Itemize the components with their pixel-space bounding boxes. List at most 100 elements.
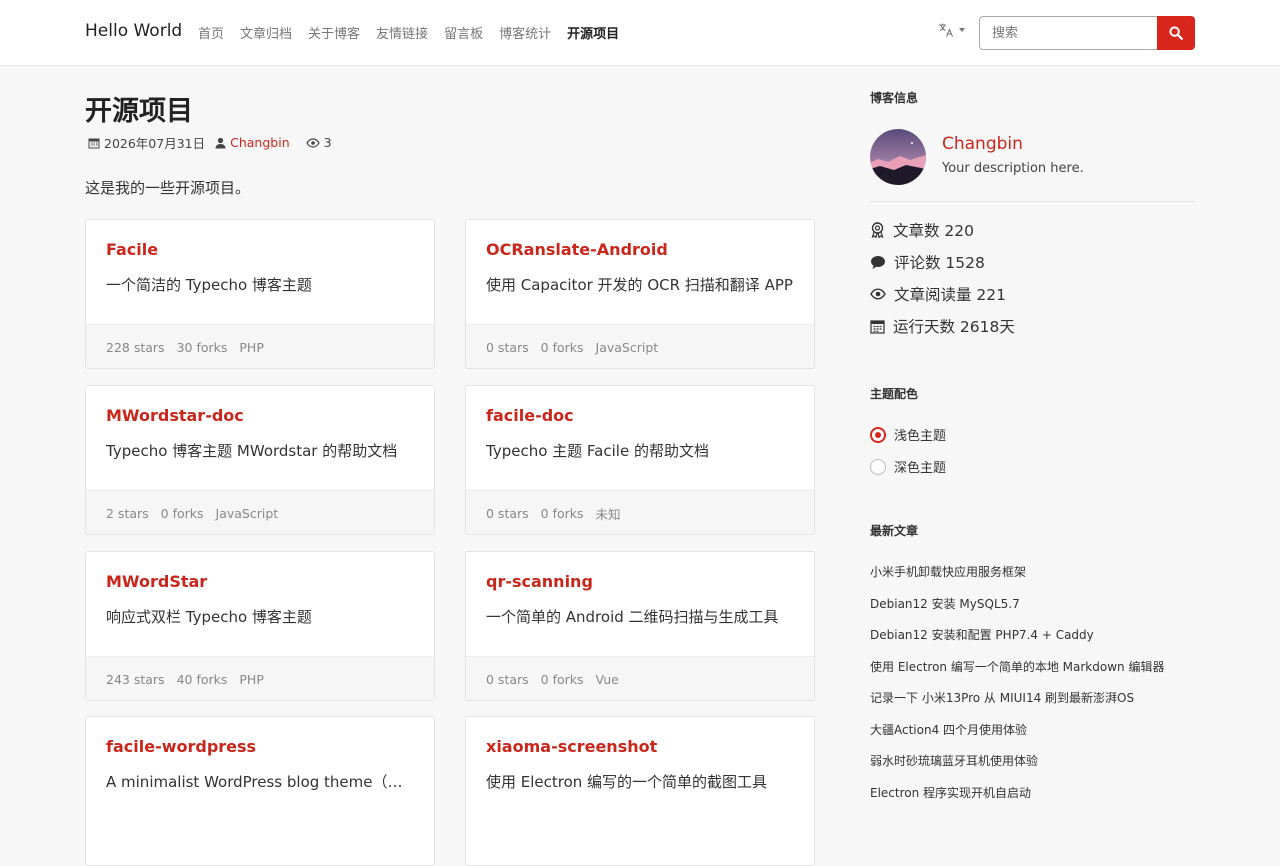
search-form bbox=[979, 16, 1195, 50]
radio-button-checked[interactable] bbox=[870, 426, 886, 443]
project-stars: 2 stars bbox=[106, 506, 149, 521]
project-description: A minimalist WordPress blog theme（简约的 Wo… bbox=[106, 773, 416, 791]
author-name[interactable]: Changbin bbox=[942, 134, 1023, 154]
project-footer: 2 stars 0 forks JavaScript bbox=[86, 490, 434, 534]
recent-posts-heading: 最新文章 bbox=[870, 524, 919, 538]
divider bbox=[870, 201, 1195, 202]
project-title[interactable]: OCRanslate-Android bbox=[486, 240, 668, 259]
project-forks: 0 forks bbox=[540, 672, 584, 687]
blog-info-heading: 博客信息 bbox=[870, 91, 919, 105]
project-title[interactable]: qr-scanning bbox=[486, 572, 593, 591]
stat-label: 评论数 1528 bbox=[894, 254, 985, 272]
project-title[interactable]: facile-wordpress bbox=[106, 737, 256, 756]
project-footer: 0 stars 0 forks JavaScript bbox=[466, 324, 814, 368]
recent-post-link[interactable]: 大疆Action4 四个月使用体验 bbox=[870, 721, 1027, 738]
project-card: qr-scanning 一个简单的 Android 二维码扫描与生成工具 0 s… bbox=[465, 551, 815, 701]
language-switcher[interactable] bbox=[938, 22, 965, 38]
post-meta: 2026年07月31日 Changbin 3 bbox=[88, 133, 342, 152]
radio-button[interactable] bbox=[870, 458, 886, 475]
project-description: 一个简单的 Android 二维码扫描与生成工具 bbox=[486, 608, 779, 626]
project-description: 使用 Capacitor 开发的 OCR 扫描和翻译 APP bbox=[486, 276, 793, 294]
nav-item-guestbook[interactable]: 留言板 bbox=[444, 23, 483, 42]
stat-posts: 文章数 220 bbox=[870, 219, 974, 241]
project-language: PHP bbox=[239, 672, 264, 687]
project-description: 一个简洁的 Typecho 博客主题 bbox=[106, 276, 312, 294]
project-card: xiaoma-screenshot 使用 Electron 编写的一个简单的截图… bbox=[465, 716, 815, 866]
stat-views: 文章阅读量 221 bbox=[870, 283, 1006, 305]
project-footer: 243 stars 40 forks PHP bbox=[86, 656, 434, 700]
theme-heading: 主题配色 bbox=[870, 387, 919, 401]
project-title[interactable]: facile-doc bbox=[486, 406, 574, 425]
project-footer: 228 stars 30 forks PHP bbox=[86, 324, 434, 368]
project-card: OCRanslate-Android 使用 Capacitor 开发的 OCR … bbox=[465, 219, 815, 369]
theme-option-light[interactable]: 浅色主题 bbox=[870, 425, 946, 444]
project-language: JavaScript bbox=[595, 340, 659, 355]
project-stars: 0 stars bbox=[486, 340, 529, 355]
project-card: MWordStar 响应式双栏 Typecho 博客主题 243 stars 4… bbox=[85, 551, 435, 701]
recent-post-link[interactable]: 记录一下 小米13Pro 从 MIUI14 刷到最新澎湃OS bbox=[870, 689, 1134, 706]
project-language: Vue bbox=[595, 672, 619, 687]
user-icon bbox=[215, 137, 226, 148]
nav-item-archive[interactable]: 文章归档 bbox=[240, 23, 292, 42]
project-title[interactable]: MWordstar-doc bbox=[106, 406, 244, 425]
calendar-icon bbox=[88, 138, 100, 148]
site-brand[interactable]: Hello World bbox=[85, 21, 182, 41]
nav-item-projects[interactable]: 开源项目 bbox=[567, 23, 619, 42]
project-language: PHP bbox=[239, 340, 264, 355]
calendar-icon bbox=[870, 319, 885, 334]
translate-icon bbox=[939, 23, 954, 37]
project-stars: 243 stars bbox=[106, 672, 165, 687]
project-title[interactable]: xiaoma-screenshot bbox=[486, 737, 657, 756]
post-views: 3 bbox=[323, 135, 332, 150]
project-language: 未知 bbox=[595, 507, 621, 522]
recent-post-link[interactable]: 小米手机卸载快应用服务框架 bbox=[870, 563, 1026, 580]
nav-item-links[interactable]: 友情链接 bbox=[376, 23, 428, 42]
nav-item-stats[interactable]: 博客统计 bbox=[499, 23, 551, 42]
project-card: facile-wordpress A minimalist WordPress … bbox=[85, 716, 435, 866]
post-date: 2026年07月31日 bbox=[104, 136, 206, 151]
project-stars: 0 stars bbox=[486, 672, 529, 687]
project-forks: 0 forks bbox=[160, 506, 204, 521]
project-description: 响应式双栏 Typecho 博客主题 bbox=[106, 608, 312, 626]
stat-label: 运行天数 2618天 bbox=[893, 318, 1015, 336]
page-title: 开源项目 bbox=[85, 96, 193, 127]
project-card: MWordstar-doc Typecho 博客主题 MWordstar 的帮助… bbox=[85, 385, 435, 535]
project-description: Typecho 博客主题 MWordstar 的帮助文档 bbox=[106, 442, 398, 460]
top-navbar: Hello World 首页 文章归档 关于博客 友情链接 留言板 博客统计 开… bbox=[0, 0, 1280, 66]
avatar-image bbox=[870, 129, 926, 185]
stat-comments: 评论数 1528 bbox=[870, 251, 985, 273]
project-forks: 0 forks bbox=[540, 506, 584, 521]
project-language: JavaScript bbox=[215, 506, 279, 521]
search-icon bbox=[1169, 26, 1183, 40]
project-title[interactable]: Facile bbox=[106, 240, 158, 259]
eye-icon bbox=[305, 137, 320, 148]
stat-label: 文章数 220 bbox=[893, 222, 975, 240]
project-footer: 0 stars 0 forks Vue bbox=[466, 656, 814, 700]
recent-post-link[interactable]: Debian12 安装 MySQL5.7 bbox=[870, 595, 1020, 612]
post-author-link[interactable]: Changbin bbox=[230, 135, 290, 150]
comment-icon bbox=[871, 255, 885, 269]
author-description: Your description here. bbox=[942, 161, 1084, 176]
project-stars: 0 stars bbox=[486, 506, 529, 521]
chevron-down-icon bbox=[959, 28, 965, 32]
avatar[interactable] bbox=[870, 129, 926, 185]
recent-post-link[interactable]: Debian12 安装和配置 PHP7.4 + Caddy bbox=[870, 626, 1094, 643]
recent-post-link[interactable]: 使用 Electron 编写一个简单的本地 Markdown 编辑器 bbox=[870, 658, 1164, 675]
eye-icon bbox=[870, 288, 886, 300]
recent-post-link[interactable]: Electron 程序实现开机自启动 bbox=[870, 784, 1031, 801]
project-card: facile-doc Typecho 主题 Facile 的帮助文档 0 sta… bbox=[465, 385, 815, 535]
nav-item-about[interactable]: 关于博客 bbox=[308, 23, 360, 42]
stat-label: 文章阅读量 221 bbox=[894, 286, 1007, 304]
main-nav: 首页 文章归档 关于博客 友情链接 留言板 博客统计 开源项目 bbox=[198, 23, 619, 42]
theme-option-label: 深色主题 bbox=[894, 461, 947, 476]
search-button[interactable] bbox=[1157, 16, 1195, 50]
project-forks: 30 forks bbox=[176, 340, 228, 355]
project-footer: 0 stars 0 forks 未知 bbox=[466, 490, 814, 534]
project-stars: 228 stars bbox=[106, 340, 165, 355]
nav-item-home[interactable]: 首页 bbox=[198, 23, 224, 42]
stat-runtime: 运行天数 2618天 bbox=[870, 315, 1015, 337]
theme-option-dark[interactable]: 深色主题 bbox=[870, 457, 946, 476]
search-input[interactable] bbox=[979, 16, 1157, 50]
recent-post-link[interactable]: 弱水时砂琉璃蓝牙耳机使用体验 bbox=[870, 752, 1038, 769]
project-title[interactable]: MWordStar bbox=[106, 572, 207, 591]
